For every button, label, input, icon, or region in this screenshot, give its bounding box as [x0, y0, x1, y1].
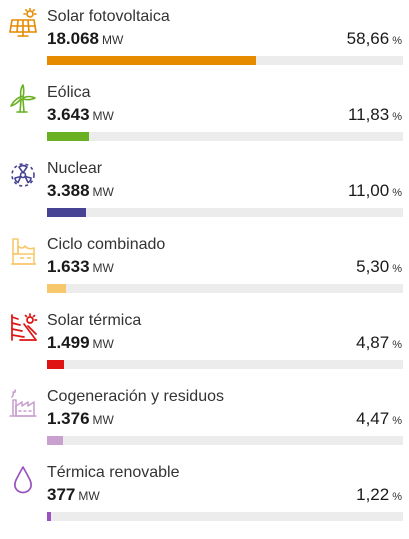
power-plant-icon [8, 236, 38, 266]
list-item-cogeneracion-y-residuos: Cogeneración y residuos 1.376 MW 4,47% [0, 380, 409, 456]
list-item-eolica: Eólica 3.643 MW 11,83% [0, 76, 409, 152]
share-bar-track [47, 512, 403, 521]
source-name: Solar fotovoltaica [47, 8, 170, 25]
wind-turbine-icon [8, 84, 38, 114]
share-bar-track [47, 132, 403, 141]
share-bar-fill [47, 360, 65, 369]
share-percent: 4,47% [356, 409, 402, 428]
capacity-value: 377 MW [47, 485, 100, 504]
solar-panel-icon [8, 8, 38, 38]
share-bar-fill [47, 512, 52, 521]
capacity-value: 18.068 MW [47, 29, 124, 48]
drop-icon [8, 464, 38, 494]
share-percent: 1,22% [356, 485, 402, 504]
list-item-solar-fotovoltaica: Solar fotovoltaica 18.068 MW 58,66% [0, 0, 409, 76]
capacity-value: 3.643 MW [47, 105, 114, 124]
factory-icon [8, 388, 38, 418]
source-name: Ciclo combinado [47, 236, 166, 253]
share-bar-fill [47, 284, 66, 293]
share-bar-track [47, 208, 403, 217]
capacity-value: 3.388 MW [47, 181, 114, 200]
list-item-termica-renovable: Térmica renovable 377 MW 1,22% [0, 456, 409, 532]
capacity-value: 1.499 MW [47, 333, 114, 352]
share-percent: 11,83% [347, 105, 402, 124]
radiation-icon [8, 160, 38, 190]
list-item-solar-termica: Solar térmica 1.499 MW 4,87% [0, 304, 409, 380]
share-percent: 58,66% [346, 29, 402, 48]
share-bar-fill [47, 132, 90, 141]
capacity-value: 1.376 MW [47, 409, 114, 428]
source-name: Térmica renovable [47, 464, 180, 481]
list-item-ciclo-combinado: Ciclo combinado 1.633 MW 5,30% [0, 228, 409, 304]
share-percent: 4,87% [356, 333, 402, 352]
share-bar-fill [47, 208, 87, 217]
share-percent: 5,30% [356, 257, 402, 276]
source-name: Cogeneración y residuos [47, 388, 224, 405]
source-name: Solar térmica [47, 312, 142, 329]
capacity-value: 1.633 MW [47, 257, 114, 276]
share-bar-fill [47, 56, 256, 65]
source-name: Eólica [47, 84, 91, 101]
share-bar-track [47, 56, 403, 65]
share-bar-track [47, 436, 403, 445]
share-bar-fill [47, 436, 63, 445]
share-bar-track [47, 360, 403, 369]
share-bar-track [47, 284, 403, 293]
list-item-nuclear: Nuclear 3.388 MW 11,00% [0, 152, 409, 228]
solar-thermal-icon [8, 312, 38, 342]
share-percent: 11,00% [347, 181, 402, 200]
source-name: Nuclear [47, 160, 103, 177]
